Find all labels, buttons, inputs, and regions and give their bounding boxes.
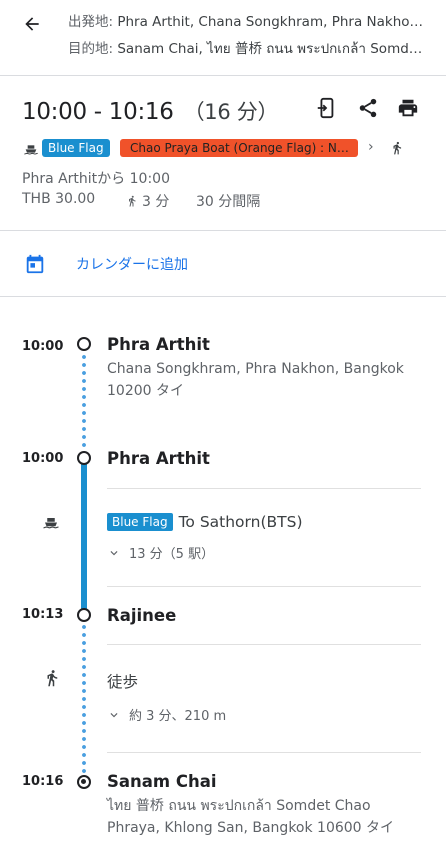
- stop-name[interactable]: Phra Arthit: [107, 449, 210, 468]
- stop-time: 10:00: [22, 339, 64, 354]
- divider: [107, 644, 421, 645]
- walk-icon: [47, 670, 58, 687]
- origin-value: Phra Arthit, Chana Songkhram, Phra Nakho…: [117, 14, 428, 30]
- route-steps[interactable]: Blue Flag Chao Praya Boat (Orange Flag) …: [20, 138, 440, 158]
- walk-leg-label: 徒歩: [107, 673, 139, 691]
- chevron-down-icon: [110, 550, 118, 555]
- boat-leg-expand[interactable]: 13 分（5 駅）: [107, 543, 214, 562]
- stop-name[interactable]: Phra Arthit: [107, 335, 210, 354]
- share-icon[interactable]: [354, 94, 382, 122]
- trip-time-range: 10:00 - 10:16 （16 分）: [22, 96, 279, 126]
- divider: [107, 488, 421, 489]
- address-line: Chana Songkhram, Phra Nakhon, Bangkok: [107, 361, 404, 377]
- chevron-right-icon: ›: [368, 139, 374, 155]
- add-to-calendar-label: カレンダーに追加: [76, 257, 188, 273]
- fare-row: THB 30.00 3 分 30 分間隔: [22, 191, 422, 211]
- walk-duration: 3 分: [126, 191, 169, 211]
- walk-icon: [129, 195, 136, 207]
- route-badge-orange-flag: Chao Praya Boat (Orange Flag) : Nonthabu…: [120, 139, 358, 157]
- walk-line: [82, 623, 86, 775]
- stop-marker: [77, 608, 91, 622]
- origin-label: 出発地:: [68, 14, 114, 30]
- back-arrow-icon[interactable]: [16, 8, 48, 40]
- trip-duration: （16 分）: [183, 100, 279, 124]
- fare-price: THB 30.00: [22, 191, 96, 207]
- trip-timeline: 10:00 Phra Arthit Chana Songkhram, Phra …: [0, 297, 446, 858]
- trip-summary: 10:00 - 10:16 （16 分） Blue Flag Chao Praya…: [0, 76, 446, 231]
- boat-leg-header: Blue Flag To Sathorn(BTS): [107, 511, 303, 533]
- stop-time: 10:16: [22, 774, 64, 789]
- stop-address: ไทย 普桥 ถนน พระปกเกล้า Somdet Chao Phraya…: [107, 795, 427, 839]
- destination-marker: [77, 775, 91, 789]
- stop-time: 10:00: [22, 451, 64, 466]
- address-line: ไทย 普桥 ถนน พระปกเกล้า Somdet Chao: [107, 798, 371, 814]
- stop-marker: [77, 337, 91, 351]
- walk-line: [82, 353, 86, 453]
- address-line: Phraya, Khlong San, Bangkok 10600 タイ: [107, 820, 395, 836]
- calendar-icon: [26, 254, 44, 274]
- print-icon[interactable]: [394, 94, 422, 122]
- stop-name[interactable]: Rajinee: [107, 606, 176, 625]
- boat-leg-detail: 13 分（5 駅）: [129, 547, 215, 562]
- address-line: 10200 タイ: [107, 383, 184, 399]
- time-range-text: 10:00 - 10:16: [22, 99, 174, 125]
- walk-leg-expand[interactable]: 約 3 分、210 m: [107, 705, 226, 724]
- destination-label: 目的地:: [68, 41, 114, 57]
- divider: [107, 586, 421, 587]
- add-to-calendar-button[interactable]: カレンダーに追加: [0, 231, 446, 297]
- boat-icon: [43, 518, 59, 529]
- route-badge-blue-flag: Blue Flag: [42, 139, 110, 157]
- boat-line: [81, 463, 87, 613]
- walk-icon: [393, 141, 402, 155]
- stop-time: 10:13: [22, 607, 64, 622]
- leg-badge-blue-flag: Blue Flag: [107, 513, 173, 531]
- divider: [107, 752, 421, 753]
- leg-headsign: To Sathorn(BTS): [178, 513, 303, 531]
- destination-field[interactable]: 目的地: Sanam Chai, ไทย 普桥 ถนน พระปกเกล้า S…: [68, 37, 428, 59]
- service-frequency: 30 分間隔: [196, 194, 261, 210]
- origin-field[interactable]: 出発地: Phra Arthit, Chana Songkhram, Phra …: [68, 10, 428, 30]
- directions-header: 出発地: Phra Arthit, Chana Songkhram, Phra …: [0, 0, 446, 76]
- destination-value: Sanam Chai, ไทย 普桥 ถนน พระปกเกล้า Somdet…: [117, 41, 428, 57]
- send-to-phone-icon[interactable]: [312, 94, 340, 122]
- chevron-down-icon: [110, 712, 118, 717]
- stop-marker: [77, 451, 91, 465]
- walk-leg-detail: 約 3 分、210 m: [129, 709, 227, 724]
- walk-time-text: 3 分: [142, 194, 170, 210]
- boat-icon: [24, 145, 38, 155]
- stop-address: Chana Songkhram, Phra Nakhon, Bangkok 10…: [107, 358, 427, 402]
- stop-name[interactable]: Sanam Chai: [107, 772, 216, 791]
- departure-info: Phra Arthitから 10:00: [22, 171, 170, 187]
